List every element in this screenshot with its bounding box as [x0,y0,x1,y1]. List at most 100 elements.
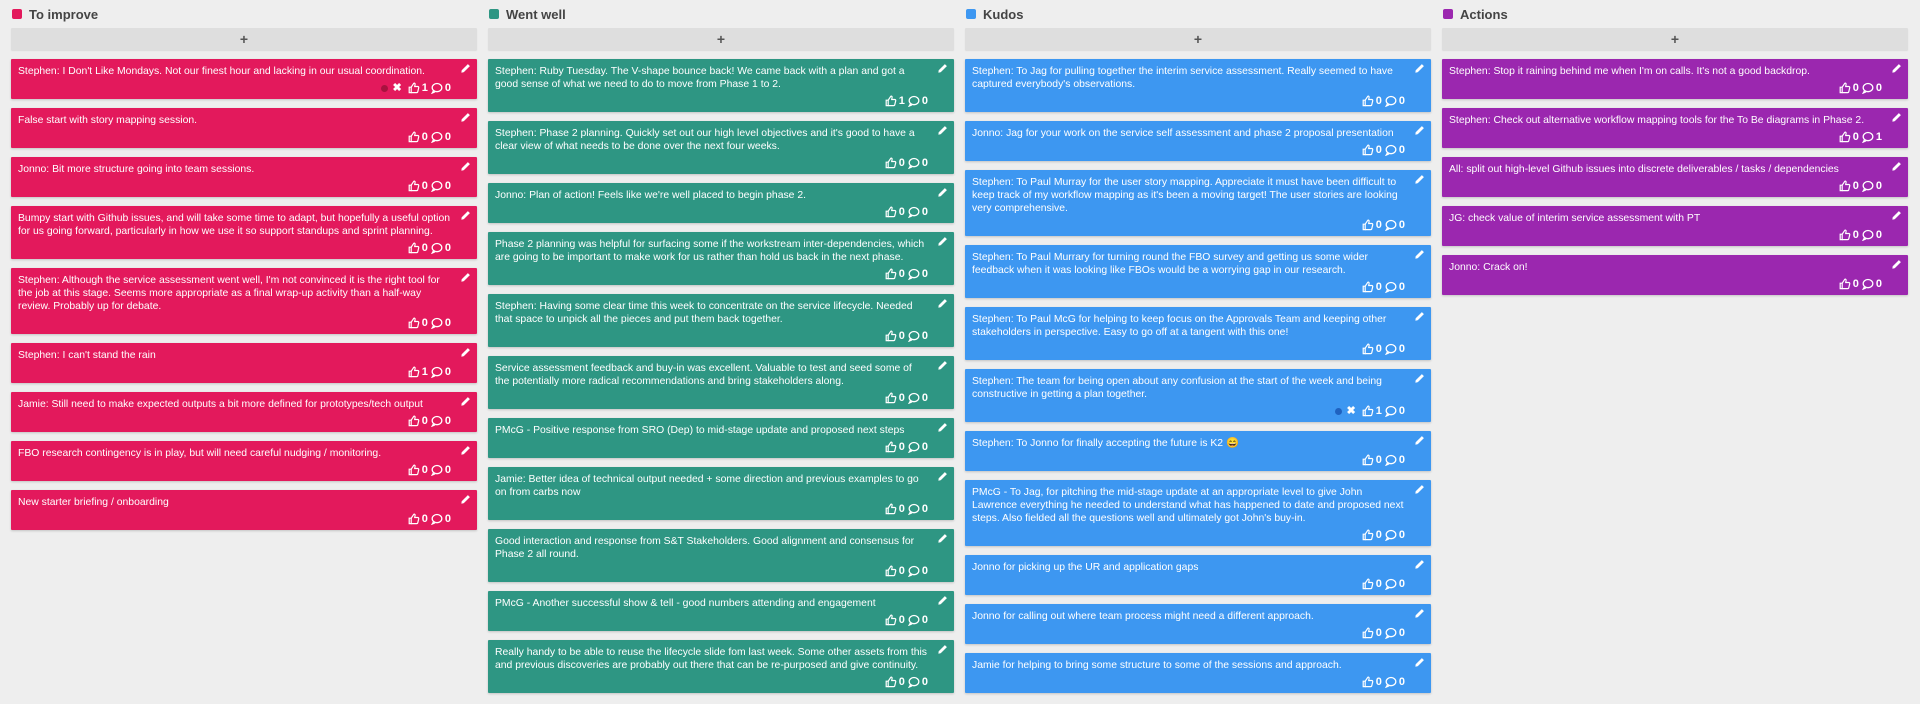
comment-button[interactable]: 0 [1384,454,1405,467]
retro-card[interactable]: JG: check value of interim service asses… [1442,206,1908,246]
like-button[interactable]: 0 [1362,627,1382,640]
comment-button[interactable]: 0 [1861,278,1882,291]
retro-card[interactable]: FBO research contingency is in play, but… [11,441,477,481]
retro-card[interactable]: PMcG - To Jag, for pitching the mid-stag… [965,480,1431,546]
retro-card[interactable]: Stephen: I Don't Like Mondays. Not our f… [11,59,477,99]
comment-button[interactable]: 0 [430,415,451,428]
pencil-icon[interactable] [460,445,471,456]
retro-card[interactable]: Stephen: To Jonno for finally accepting … [965,431,1431,471]
comment-button[interactable]: 0 [907,330,928,343]
pencil-icon[interactable] [1891,259,1902,270]
like-button[interactable]: 1 [408,82,428,95]
comment-button[interactable]: 0 [907,441,928,454]
like-button[interactable]: 0 [1362,219,1382,232]
pencil-icon[interactable] [937,595,948,606]
retro-card[interactable]: Stephen: Phase 2 planning. Quickly set o… [488,121,954,174]
comment-button[interactable]: 0 [1384,405,1405,418]
comment-button[interactable]: 0 [1384,676,1405,689]
pencil-icon[interactable] [1414,311,1425,322]
retro-card[interactable]: Stephen: Check out alternative workflow … [1442,108,1908,148]
like-button[interactable]: 0 [408,180,428,193]
retro-card[interactable]: PMcG - Positive response from SRO (Dep) … [488,418,954,458]
like-button[interactable]: 0 [885,441,905,454]
retro-card[interactable]: Stephen: Although the service assessment… [11,268,477,334]
retro-card[interactable]: Jamie: Still need to make expected outpu… [11,392,477,432]
retro-card[interactable]: Jamie for helping to bring some structur… [965,653,1431,693]
comment-button[interactable]: 0 [1384,343,1405,356]
like-button[interactable]: 0 [1839,278,1859,291]
retro-card[interactable]: Stephen: Having some clear time this wee… [488,294,954,347]
like-button[interactable]: 0 [885,565,905,578]
pencil-icon[interactable] [1414,174,1425,185]
like-button[interactable]: 0 [1839,131,1859,144]
like-button[interactable]: 0 [885,330,905,343]
like-button[interactable]: 1 [1362,405,1382,418]
like-button[interactable]: 0 [885,614,905,627]
retro-card[interactable]: Stephen: To Jag for pulling together the… [965,59,1431,112]
x-icon[interactable]: ✖ [393,82,402,95]
add-card-button[interactable]: + [488,28,954,50]
retro-card[interactable]: Jonno: Jag for your work on the service … [965,121,1431,161]
comment-button[interactable]: 0 [907,95,928,108]
comment-button[interactable]: 0 [1384,627,1405,640]
comment-button[interactable]: 0 [907,157,928,170]
pencil-icon[interactable] [1414,373,1425,384]
pencil-icon[interactable] [937,471,948,482]
pencil-icon[interactable] [460,396,471,407]
pencil-icon[interactable] [1414,63,1425,74]
comment-button[interactable]: 0 [1861,180,1882,193]
like-button[interactable]: 0 [1362,529,1382,542]
like-button[interactable]: 0 [885,676,905,689]
retro-card[interactable]: Stephen: To Paul McG for helping to keep… [965,307,1431,360]
comment-button[interactable]: 0 [430,82,451,95]
comment-button[interactable]: 0 [1384,578,1405,591]
retro-card[interactable]: Stephen: Stop it raining behind me when … [1442,59,1908,99]
pencil-icon[interactable] [460,347,471,358]
retro-card[interactable]: New starter briefing / onboarding 0 0 [11,490,477,530]
comment-button[interactable]: 0 [1384,144,1405,157]
x-icon[interactable]: ✖ [1347,405,1356,418]
pencil-icon[interactable] [1891,161,1902,172]
retro-card[interactable]: Stephen: The team for being open about a… [965,369,1431,422]
like-button[interactable]: 0 [1362,343,1382,356]
like-button[interactable]: 0 [885,503,905,516]
retro-card[interactable]: Jonno for picking up the UR and applicat… [965,555,1431,595]
pencil-icon[interactable] [1414,249,1425,260]
like-button[interactable]: 0 [408,415,428,428]
retro-card[interactable]: Stephen: To Paul Murray for the user sto… [965,170,1431,236]
like-button[interactable]: 0 [408,317,428,330]
retro-card[interactable]: Really handy to be able to reuse the lif… [488,640,954,693]
pencil-icon[interactable] [937,236,948,247]
like-button[interactable]: 0 [1362,578,1382,591]
comment-button[interactable]: 0 [430,513,451,526]
pencil-icon[interactable] [937,298,948,309]
retro-card[interactable]: Stephen: To Paul Murrary for turning rou… [965,245,1431,298]
like-button[interactable]: 0 [885,206,905,219]
comment-button[interactable]: 0 [1384,529,1405,542]
comment-button[interactable]: 0 [1861,82,1882,95]
pencil-icon[interactable] [460,210,471,221]
comment-button[interactable]: 0 [1384,281,1405,294]
retro-card[interactable]: Stephen: I can't stand the rain 1 0 [11,343,477,383]
pencil-icon[interactable] [460,63,471,74]
pencil-icon[interactable] [1414,125,1425,136]
comment-button[interactable]: 0 [907,268,928,281]
comment-button[interactable]: 0 [430,242,451,255]
comment-button[interactable]: 0 [907,503,928,516]
retro-card[interactable]: PMcG - Another successful show & tell - … [488,591,954,631]
like-button[interactable]: 0 [1362,95,1382,108]
comment-button[interactable]: 0 [430,464,451,477]
pencil-icon[interactable] [937,125,948,136]
retro-card[interactable]: Jonno for calling out where team process… [965,604,1431,644]
like-button[interactable]: 0 [408,131,428,144]
comment-button[interactable]: 0 [430,131,451,144]
pencil-icon[interactable] [1891,112,1902,123]
like-button[interactable]: 1 [408,366,428,379]
like-button[interactable]: 0 [1362,144,1382,157]
pencil-icon[interactable] [937,533,948,544]
comment-button[interactable]: 0 [907,565,928,578]
like-button[interactable]: 0 [885,268,905,281]
retro-card[interactable]: Bumpy start with Github issues, and will… [11,206,477,259]
like-button[interactable]: 0 [1839,229,1859,242]
comment-button[interactable]: 0 [907,206,928,219]
